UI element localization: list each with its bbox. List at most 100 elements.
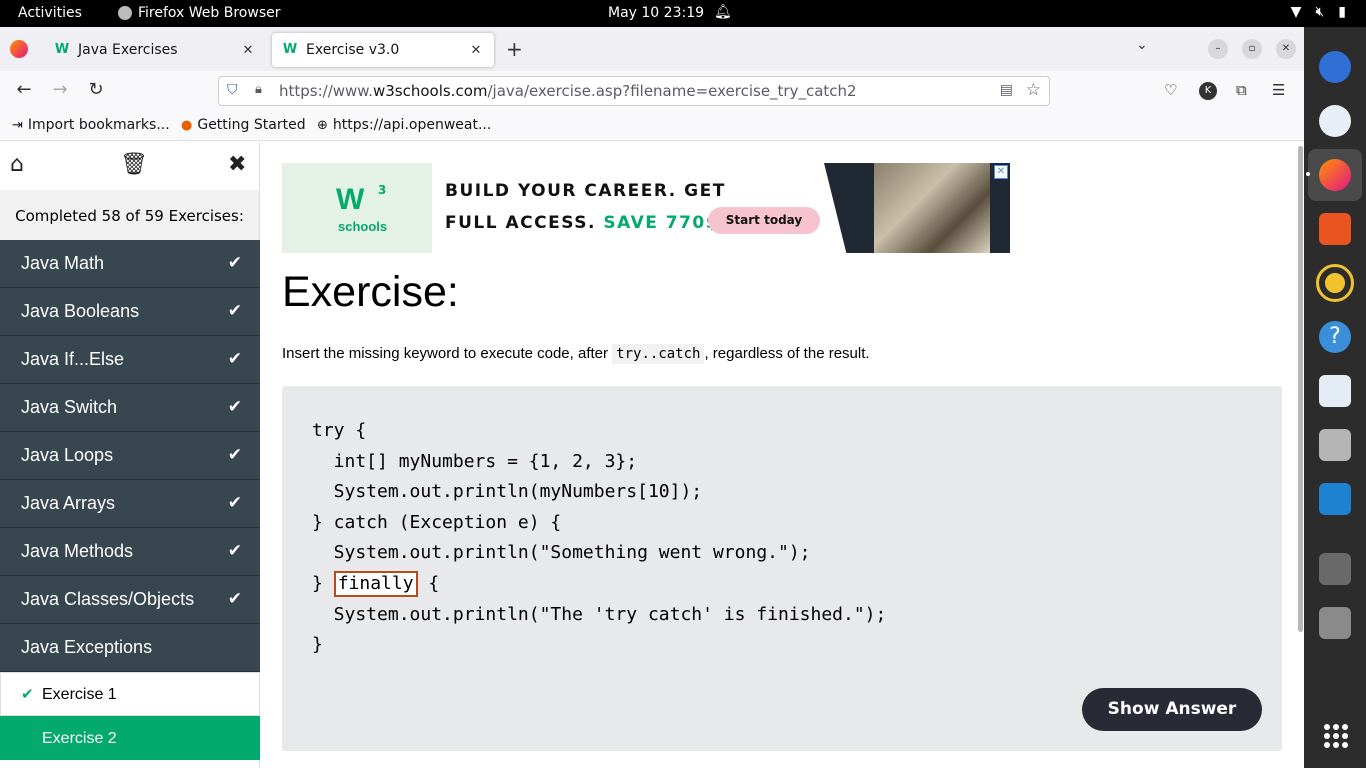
code-exercise-box: try { int[] myNumbers = {1, 2, 3}; Syste… (282, 386, 1282, 751)
close-tab-icon[interactable]: ✕ (240, 43, 256, 58)
sidebar-category-java-classes-objects[interactable]: Java Classes/Objects ✔ (0, 576, 260, 624)
w3schools-favicon-icon: W (54, 42, 70, 57)
new-tab-icon[interactable]: + (506, 37, 523, 61)
minimize-icon[interactable]: – (1208, 39, 1228, 59)
clock[interactable]: May 10 23:19 (608, 5, 704, 21)
sidebar-exercise-1[interactable]: ✔ Exercise 1 (0, 672, 260, 716)
home-icon[interactable]: ⌂ (10, 152, 24, 177)
wifi-icon: ▼ (1290, 4, 1302, 20)
sidebar-category-label: Java Arrays (21, 493, 116, 513)
activities-button[interactable]: Activities (18, 5, 82, 21)
sidebar-exercise-label: Exercise 2 (42, 730, 117, 747)
checkmark-icon: ✔ (227, 541, 242, 560)
volume-muted-icon: 🔇︎ (1315, 4, 1325, 20)
address-bar[interactable]: ⛉ 🔒︎ https://www.w3schools.com/java/exer… (218, 76, 1050, 106)
extensions-icon[interactable]: ⧉ (1236, 81, 1247, 99)
page-scrollbar[interactable] (1298, 146, 1303, 632)
close-icon[interactable]: ✖ (228, 152, 246, 177)
libreoffice-writer-icon[interactable] (1319, 375, 1351, 407)
tab-java-exercises[interactable]: W Java Exercises ✕ (44, 33, 266, 67)
sidebar-category-label: Java Switch (21, 397, 118, 417)
sidebar-exercise-2[interactable]: Exercise 2 (0, 716, 260, 760)
sidebar-category-java-loops[interactable]: Java Loops ✔ (0, 432, 260, 480)
forward-icon[interactable]: → (48, 79, 72, 100)
firefox-dock-icon[interactable] (1319, 159, 1351, 191)
sidebar-category-java-switch[interactable]: Java Switch ✔ (0, 384, 260, 432)
menu-hamburger-icon[interactable]: ☰ (1272, 81, 1285, 99)
sidebar-category-label: Java Classes/Objects (21, 589, 195, 609)
sidebar-category-java-if-else[interactable]: Java If...Else ✔ (0, 336, 260, 384)
back-icon[interactable]: ← (12, 79, 36, 100)
show-applications-icon[interactable] (1324, 724, 1348, 748)
app-name: Firefox Web Browser (138, 5, 281, 21)
bookmark-getting-started[interactable]: ● Getting Started (181, 117, 306, 133)
lock-icon[interactable]: 🔒︎ (255, 82, 262, 97)
ubuntu-software-icon[interactable] (1319, 213, 1351, 245)
url-text[interactable]: https://www.w3schools.com/java/exercise.… (279, 82, 857, 100)
bookmark-openweather[interactable]: ⊕ https://api.openweat... (317, 117, 491, 133)
checkmark-icon: ✔ (227, 397, 242, 416)
bookmarks-toolbar: ⇥ Import bookmarks... ● Getting Started … (0, 111, 1304, 141)
ad-logo-superscript: 3 (378, 183, 387, 197)
vscode-icon[interactable] (1319, 483, 1351, 515)
trash-icon[interactable] (1319, 607, 1351, 639)
help-icon[interactable]: ? (1319, 321, 1351, 353)
w3schools-favicon-icon: W (282, 42, 298, 57)
close-window-icon[interactable]: ✕ (1276, 39, 1296, 59)
ad-logo-schools: schools (338, 219, 388, 234)
ad-close-icon[interactable]: ✕ (994, 165, 1008, 179)
code-line: } catch (Exception e) { (312, 511, 562, 533)
show-answer-button[interactable]: Show Answer (1082, 688, 1262, 731)
sidebar-category-java-arrays[interactable]: Java Arrays ✔ (0, 480, 260, 528)
exercise-title: Exercise: (282, 268, 459, 316)
tab-exercise-v3[interactable]: W Exercise v3.0 ✕ (272, 33, 494, 67)
reload-icon[interactable]: ↻ (84, 79, 108, 100)
reader-view-icon[interactable]: ▤ (1000, 82, 1013, 98)
import-icon: ⇥ (12, 117, 23, 133)
sidebar-category-java-booleans[interactable]: Java Booleans ✔ (0, 288, 260, 336)
advertisement-banner[interactable]: W 3 schools BUILD YOUR CAREER. GET FULL … (282, 163, 1010, 253)
drive-icon[interactable] (1319, 553, 1351, 585)
bookmark-star-icon[interactable]: ☆ (1026, 80, 1041, 100)
exercise-instructions: Insert the missing keyword to execute co… (282, 344, 870, 364)
sidebar-category-label: Java If...Else (21, 349, 125, 369)
sidebar-category-java-math[interactable]: Java Math ✔ (0, 240, 260, 288)
firefox-view-icon[interactable] (10, 40, 28, 58)
ubuntu-dock: ? (1304, 27, 1366, 768)
web-page: ⌂ 🗑︎ ✖ Completed 58 of 59 Exercises: Jav… (0, 142, 1304, 768)
checkmark-icon: ✔ (227, 445, 242, 464)
ad-photo (874, 163, 990, 253)
app-menu[interactable]: Firefox Web Browser (118, 5, 281, 21)
close-tab-icon[interactable]: ✕ (468, 43, 484, 58)
rhythmbox-icon[interactable] (1316, 264, 1354, 302)
checkmark-icon: ✔ (227, 589, 242, 608)
app-icon[interactable] (1319, 105, 1351, 137)
inline-code: try..catch (612, 344, 705, 364)
pocket-icon[interactable]: ♡ (1164, 81, 1177, 99)
checkmark-icon: ✔ (227, 301, 242, 320)
sidebar-category-label: Java Booleans (21, 301, 140, 321)
answer-input-finally[interactable]: finally (333, 570, 418, 597)
sidebar-category-label: Java Loops (21, 445, 114, 465)
ad-headline-1: BUILD YOUR CAREER. GET (445, 181, 726, 201)
maximize-icon[interactable]: ▫ (1242, 39, 1262, 59)
ad-logo-w: W (336, 183, 365, 216)
files-icon[interactable] (1319, 429, 1351, 461)
bookmark-import[interactable]: ⇥ Import bookmarks... (12, 117, 170, 133)
tracking-protection-shield-icon[interactable]: ⛉ (227, 82, 238, 98)
code-line: } (312, 634, 323, 656)
system-tray[interactable]: ▼ 🔇︎ ▮ (1291, 4, 1346, 20)
account-avatar[interactable]: K (1199, 82, 1217, 100)
sidebar-category-java-exceptions[interactable]: Java Exceptions (0, 624, 260, 672)
ad-start-today-button[interactable]: Start today (708, 207, 820, 234)
sidebar-category-java-methods[interactable]: Java Methods ✔ (0, 528, 260, 576)
checkmark-icon: ✔ (227, 349, 242, 368)
firefox-icon (118, 6, 132, 20)
tab-label: Java Exercises (78, 42, 178, 58)
trash-icon[interactable]: 🗑︎ (120, 152, 148, 177)
sidebar-category-label: Java Exceptions (21, 637, 153, 657)
checkmark-icon: ✔ (21, 686, 34, 703)
list-tabs-chevron-icon[interactable]: ⌄ (1136, 37, 1148, 53)
globe-icon: ⊕ (317, 117, 328, 133)
thunderbird-icon[interactable] (1319, 51, 1351, 83)
